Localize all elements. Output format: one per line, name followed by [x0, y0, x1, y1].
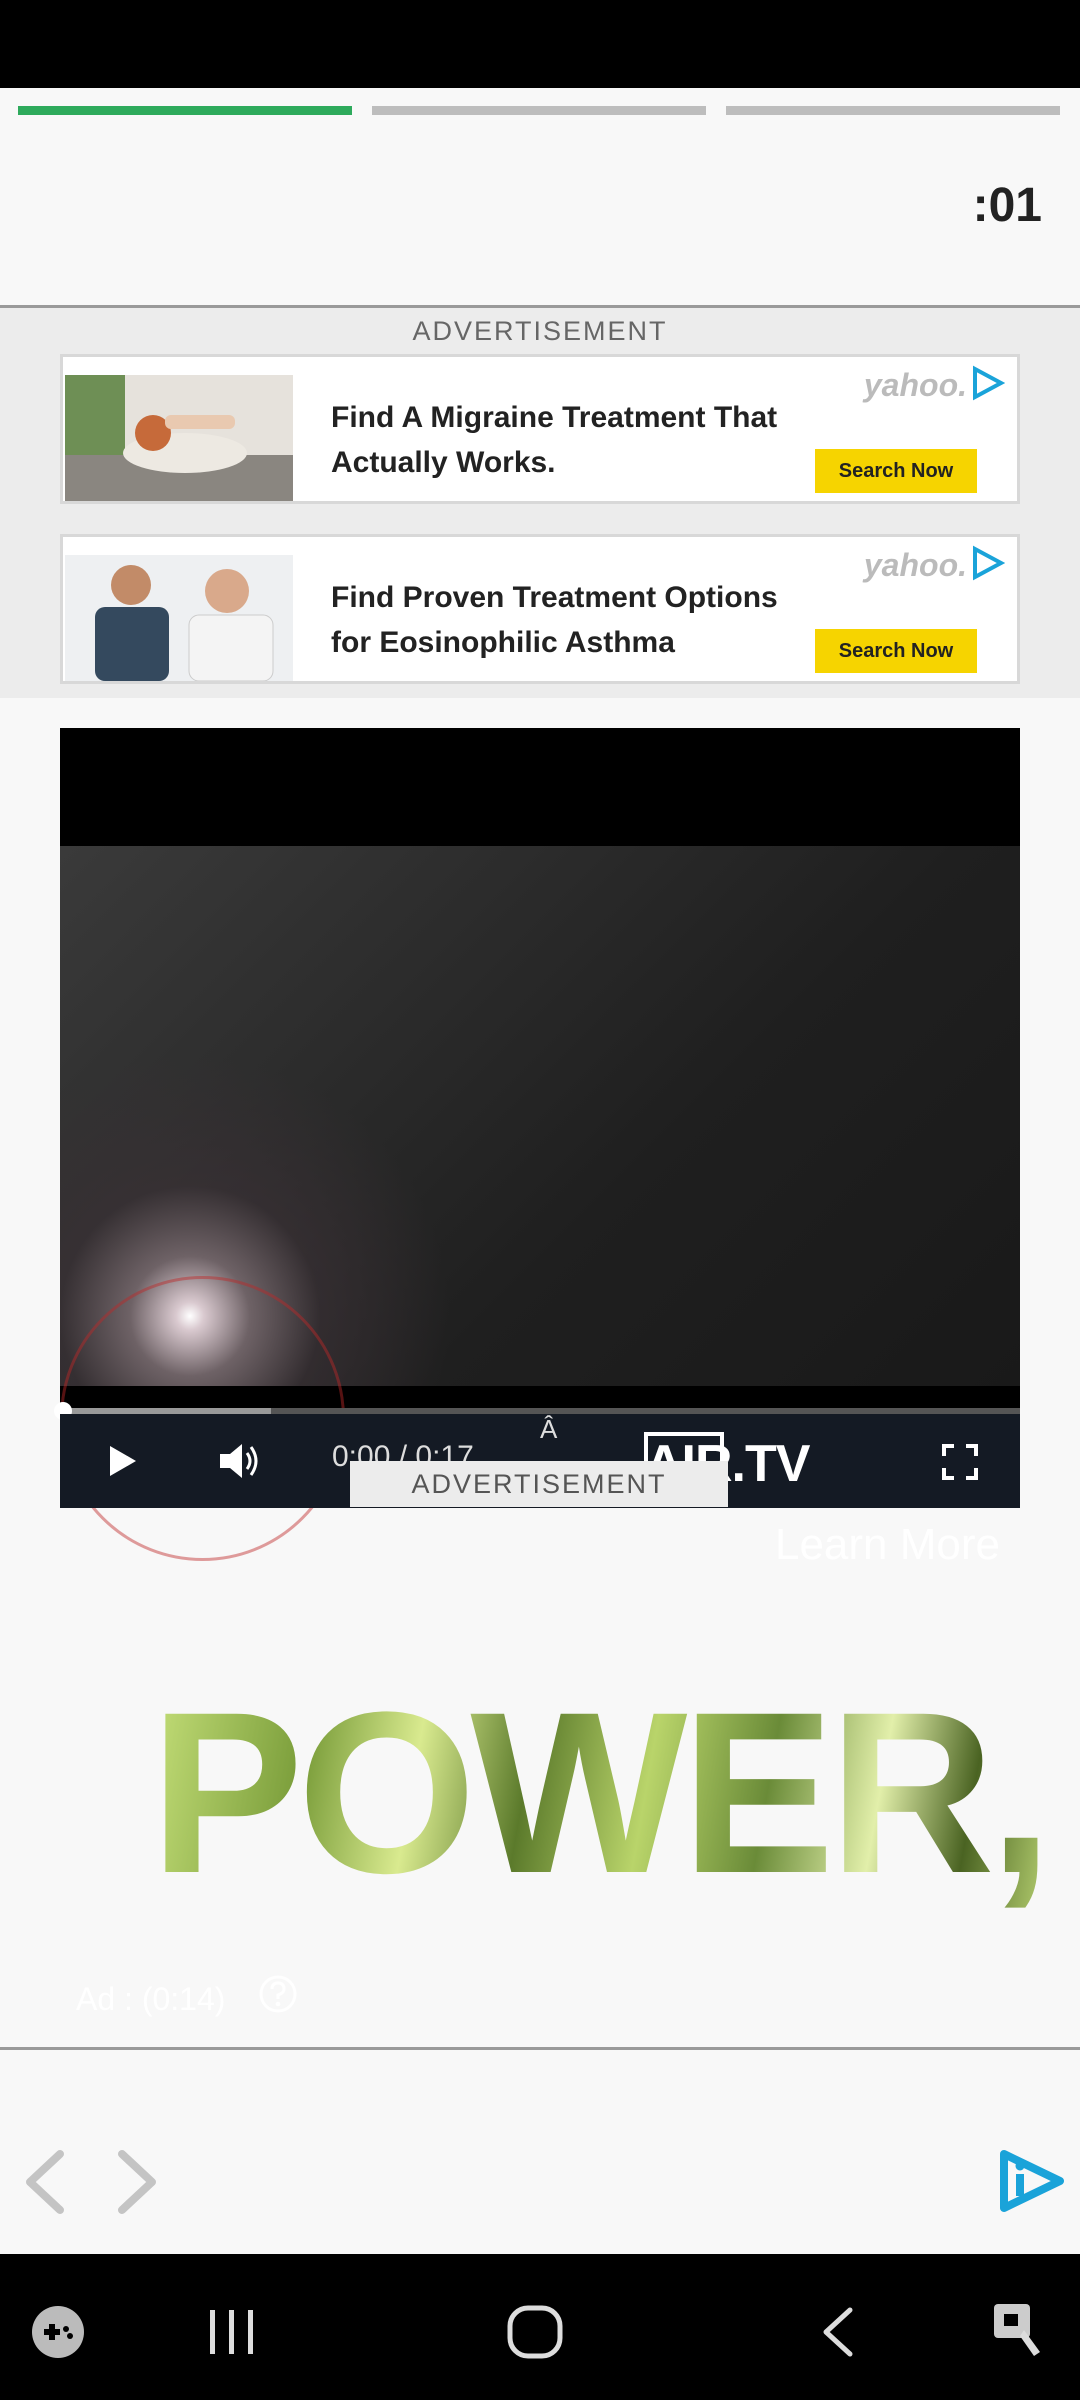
search-now-button[interactable]: Search Now — [815, 449, 977, 493]
ad-image — [65, 555, 293, 681]
app-logo-icon[interactable] — [996, 2148, 1068, 2214]
ad-card-migraine[interactable]: Find A Migraine Treatment That Actually … — [60, 354, 1020, 504]
ad-brand: yahoo. — [863, 547, 967, 583]
ad-headline: Find Proven Treatment Options for Eosino… — [331, 575, 851, 665]
progress-segment-3 — [726, 106, 1060, 115]
countdown-timer: :01 — [972, 179, 1042, 232]
story-progress — [18, 106, 1062, 116]
game-icon[interactable] — [30, 2304, 86, 2360]
ad-headline-line-1: Find Proven Treatment Options — [331, 581, 778, 614]
status-bar — [0, 0, 1080, 88]
fullscreen-icon[interactable] — [942, 1444, 978, 1480]
ad-card-asthma[interactable]: Find Proven Treatment Options for Eosino… — [60, 534, 1020, 684]
help-icon[interactable] — [258, 1974, 298, 2014]
video-ad-label: ADVERTISEMENT — [350, 1461, 728, 1507]
video-player[interactable]: 0:00 / 0:17 Â AIR.TV ADVERTISEMENT Learn… — [54, 728, 1053, 2017]
accessibility-icon[interactable] — [990, 2300, 1052, 2362]
ad-brand: yahoo. — [863, 367, 967, 403]
nav-back-icon[interactable] — [816, 2304, 860, 2360]
home-icon[interactable] — [506, 2304, 564, 2360]
video-ad-headline: POWER, — [150, 1664, 1053, 1921]
ad-headline-line-2: for Eosinophilic Asthma — [331, 626, 675, 659]
progress-segment-1 — [18, 106, 352, 115]
search-now-button[interactable]: Search Now — [815, 629, 977, 673]
adchoices-icon[interactable] — [969, 545, 1005, 581]
back-arrow-icon[interactable] — [22, 2150, 66, 2214]
ad-headline: Find A Migraine Treatment That Actually … — [331, 395, 851, 485]
adchoices-icon[interactable] — [969, 365, 1005, 401]
progress-segment-2 — [372, 106, 706, 115]
recents-icon[interactable] — [204, 2306, 260, 2358]
divider — [0, 2047, 1080, 2050]
ad-headline-line-2: Actually Works. — [331, 446, 556, 479]
forward-arrow-icon[interactable] — [116, 2150, 160, 2214]
ad-headline-line-1: Find A Migraine Treatment That — [331, 401, 778, 434]
learn-more-link[interactable]: Learn More — [775, 1520, 1000, 1570]
caption-glyph: Â — [540, 1414, 558, 1444]
video-frame[interactable] — [60, 846, 1020, 1561]
system-navigation-bar — [0, 2254, 1080, 2400]
volume-icon[interactable] — [218, 1440, 262, 1482]
ad-region: ADVERTISEMENT Find A Migraine Treatment … — [0, 308, 1080, 698]
ad-image — [65, 375, 293, 501]
ad-label: ADVERTISEMENT — [412, 316, 668, 346]
ad-countdown: Ad : (0:14) — [76, 1981, 226, 2017]
play-icon[interactable] — [106, 1444, 138, 1478]
